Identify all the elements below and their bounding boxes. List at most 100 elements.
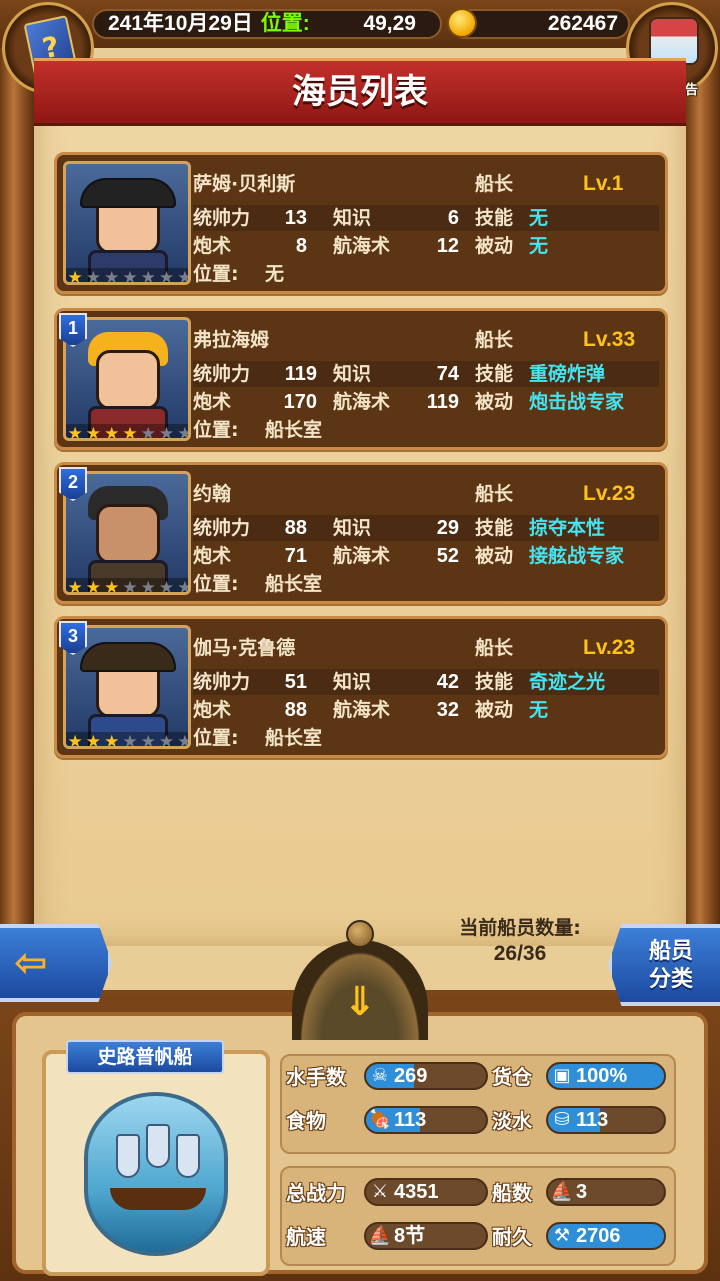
position-value: 49,29: [363, 12, 416, 35]
position-value: 船长室: [265, 727, 323, 749]
star-icon: ★: [177, 732, 191, 749]
sail: [116, 1134, 140, 1178]
durability-label: 耐久: [492, 1225, 532, 1249]
crew-level: Lv.23: [583, 482, 636, 505]
gold-display: 262467: [450, 9, 630, 39]
water-label: 淡水: [492, 1109, 532, 1133]
star-icon: ★: [177, 578, 191, 595]
crew-level: Lv.1: [583, 172, 624, 195]
cargo-label: 货仓: [492, 1065, 532, 1089]
ships-bar: ⛵ 3: [546, 1178, 666, 1206]
star-icon: ★: [158, 268, 175, 285]
gold-amount: 262467: [547, 12, 618, 35]
gunnery-value: 8: [295, 235, 307, 257]
game-date: 241年10月29日: [108, 12, 253, 35]
water-jug-icon: ⛁: [554, 1109, 570, 1130]
durability-bar: ⚒ 2706: [546, 1222, 666, 1250]
star-icon: ★: [67, 268, 83, 285]
star-icon: ★: [122, 268, 138, 285]
navigation-label: 航海术: [333, 545, 391, 567]
gunnery-label: 炮术: [193, 235, 232, 257]
navigation-label: 航海术: [333, 391, 391, 413]
star-icon: ★: [177, 424, 191, 441]
crew-name: 伽马·克鲁德: [193, 637, 296, 659]
star-icon: ★: [104, 732, 120, 749]
command-label: 统帅力: [193, 207, 251, 229]
position-value: 船长室: [265, 419, 323, 441]
page-title: 海员列表: [292, 72, 428, 112]
skill-label: 技能: [475, 517, 514, 539]
passive-value: 炮击战专家: [529, 391, 625, 413]
star-icon: ★: [67, 732, 83, 749]
star-icon: ★: [85, 268, 102, 285]
position-label: 位置:: [193, 263, 239, 285]
speed-bar: ⛵ 8节: [364, 1222, 488, 1250]
water-bar: ⛁ 113: [546, 1106, 666, 1134]
gunnery-label: 炮术: [193, 391, 232, 413]
gunnery-value: 170: [283, 391, 317, 413]
star-icon: ★: [67, 424, 83, 441]
star-icon: ★: [85, 578, 102, 595]
crossed-swords-icon: ⚔: [371, 1181, 389, 1202]
star-icon: ★: [140, 578, 156, 595]
page-title-banner: 海员列表: [34, 58, 686, 126]
right-frame: [686, 0, 720, 940]
crew-card[interactable]: ★ ★ ★ ★ ★ ★ ★ 萨姆·贝利斯 船长 Lv.1 统帅力 13 知识 6 技能 无 …: [54, 152, 668, 294]
knowledge-label: 知识: [333, 517, 372, 539]
meat-icon: 🍖: [368, 1109, 392, 1130]
ship-image[interactable]: [84, 1092, 228, 1256]
hammer-icon: ⚒: [553, 1225, 571, 1246]
command-value: 119: [284, 363, 317, 385]
gunnery-value: 88: [284, 699, 307, 721]
star-rating: ★ ★ ★ ★ ★ ★ ★: [66, 732, 191, 749]
knowledge-value: 6: [447, 207, 459, 229]
position-value: 无: [265, 263, 285, 285]
navigation-label: 航海术: [333, 235, 391, 257]
crew-card[interactable]: ★ ★ ★ ★ ★ ★ ★ 1 弗拉海姆 船长 Lv.33 统帅力 119 知识 74 技能…: [54, 308, 668, 450]
command-label: 统帅力: [193, 517, 251, 539]
skill-value: 掠夺本性: [529, 517, 606, 539]
knowledge-value: 74: [436, 363, 459, 385]
navigation-value: 119: [426, 391, 459, 413]
star-icon: ★: [104, 268, 120, 285]
pirate-hat: [80, 642, 176, 672]
back-button[interactable]: ⇦: [0, 924, 112, 1002]
sort-label-line1: 船员: [648, 939, 693, 964]
crew-count-label: 当前船员数量:: [459, 917, 581, 939]
position-label: 位置:: [193, 727, 239, 749]
star-icon: ★: [122, 732, 138, 749]
power-label: 总战力: [286, 1181, 346, 1205]
passive-label: 被动: [475, 235, 514, 257]
crew-card[interactable]: ★ ★ ★ ★ ★ ★ ★ 3 伽马·克鲁德 船长 Lv.23 统帅力 51 知识 42 技…: [54, 616, 668, 758]
crew-card[interactable]: ★ ★ ★ ★ ★ ★ ★ 2 约翰 船长 Lv.23 统帅力 88 知识 29 技能 掠夺…: [54, 462, 668, 604]
sailors-bar: ☠ 269: [364, 1062, 488, 1090]
star-icon: ★: [140, 732, 156, 749]
passive-value: 无: [529, 699, 549, 721]
sort-label-line2: 分类: [648, 967, 693, 992]
crew-sort-button[interactable]: 船员 分类: [608, 924, 720, 1006]
collapse-chevron-icon[interactable]: ⇓: [330, 976, 390, 1028]
knowledge-value: 42: [436, 671, 459, 693]
position-value: 船长室: [265, 573, 323, 595]
star-rating: ★ ★ ★ ★ ★ ★ ★: [66, 424, 191, 441]
command-label: 统帅力: [193, 363, 251, 385]
face: [96, 504, 160, 564]
pirate-hat: [80, 178, 176, 208]
sail: [176, 1134, 200, 1178]
crew-portrait: ★ ★ ★ ★ ★ ★ ★: [63, 161, 191, 285]
ships-label: 船数: [492, 1181, 532, 1205]
star-icon: ★: [140, 268, 156, 285]
crew-role: 船长: [475, 173, 514, 195]
ship-icon: ⛵: [550, 1181, 574, 1202]
sailor-icon: ☠: [371, 1065, 389, 1086]
star-icon: ★: [104, 578, 120, 595]
star-icon: ★: [158, 578, 175, 595]
cargo-bar: ▣ 100%: [546, 1062, 666, 1090]
gunnery-value: 71: [284, 545, 307, 567]
skill-label: 技能: [475, 671, 514, 693]
star-icon: ★: [140, 424, 156, 441]
wheel-knob: [346, 920, 374, 948]
navigation-value: 32: [436, 699, 459, 721]
skill-value: 无: [529, 207, 549, 229]
food-value: 113: [394, 1109, 427, 1131]
